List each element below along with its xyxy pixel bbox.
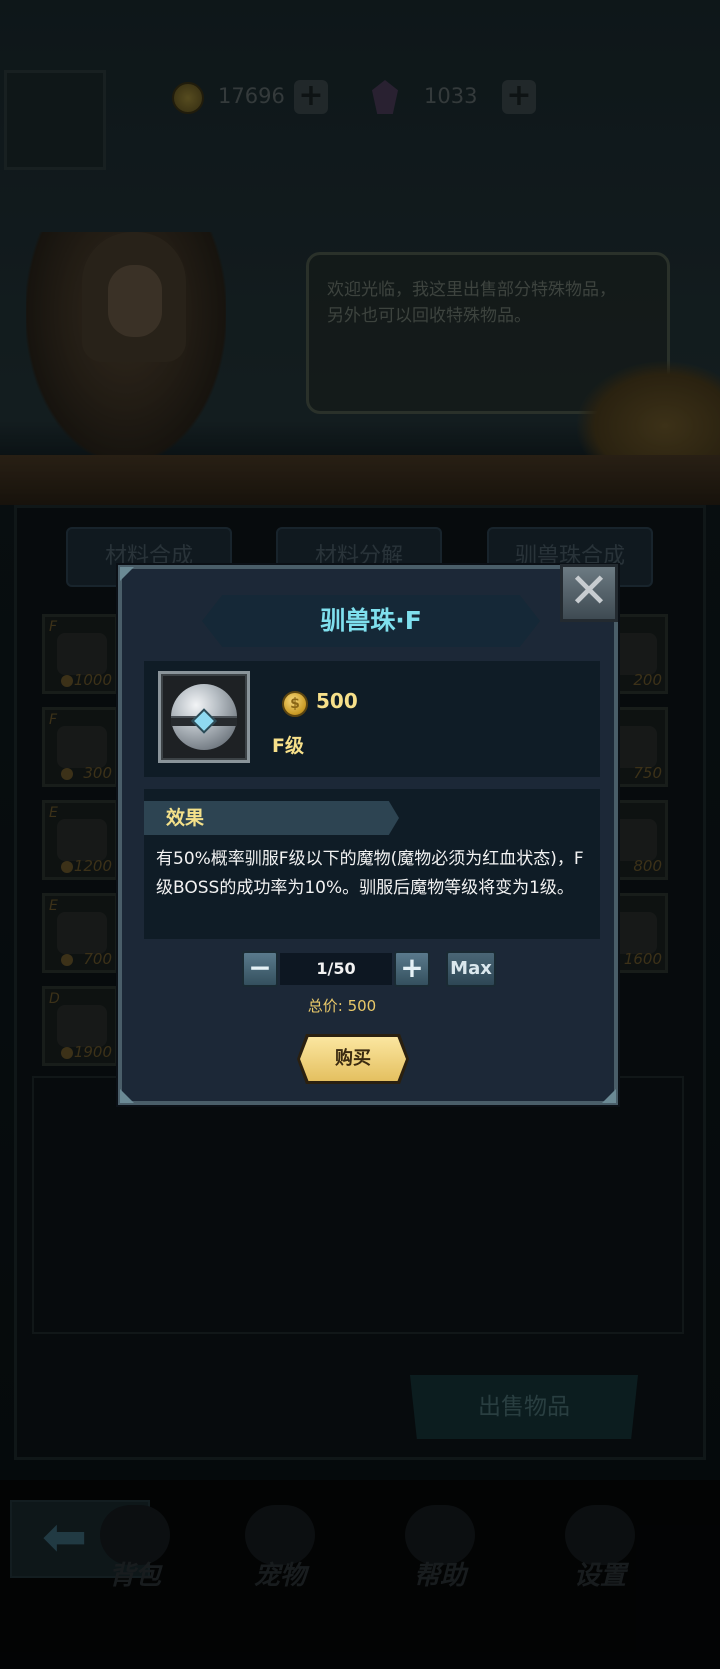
max-quantity-button[interactable]: Max	[446, 951, 496, 987]
item-grade: F级	[272, 735, 304, 757]
gold-coin-icon: $	[282, 691, 308, 717]
decrease-quantity-button[interactable]: −	[242, 951, 278, 987]
item-summary: $ 500 F级	[144, 661, 600, 777]
item-detail-modal: 驯兽珠·F $ 500 F级 效果 有50%概率驯服F级以下的魔物(魔物必须为红…	[118, 565, 618, 1105]
item-price: 500	[316, 689, 358, 713]
frame-corner	[120, 1089, 134, 1103]
frame-corner	[602, 1089, 616, 1103]
modal-title: 驯兽珠·F	[202, 595, 540, 647]
effect-section: 效果 有50%概率驯服F级以下的魔物(魔物必须为红血状态)，F级BOSS的成功率…	[144, 789, 600, 939]
buy-button[interactable]: 购买	[300, 1037, 406, 1081]
close-modal-button[interactable]: ✕	[560, 564, 618, 622]
frame-corner	[120, 567, 134, 581]
total-price: 总价: 500	[307, 997, 377, 1015]
quantity-field[interactable]: 1/50	[280, 953, 392, 985]
effect-title: 效果	[144, 801, 399, 835]
taming-orb-icon	[158, 671, 250, 763]
close-icon: ✕	[568, 563, 610, 619]
increase-quantity-button[interactable]: +	[394, 951, 430, 987]
effect-description: 有50%概率驯服F级以下的魔物(魔物必须为红血状态)，F级BOSS的成功率为10…	[156, 849, 584, 898]
